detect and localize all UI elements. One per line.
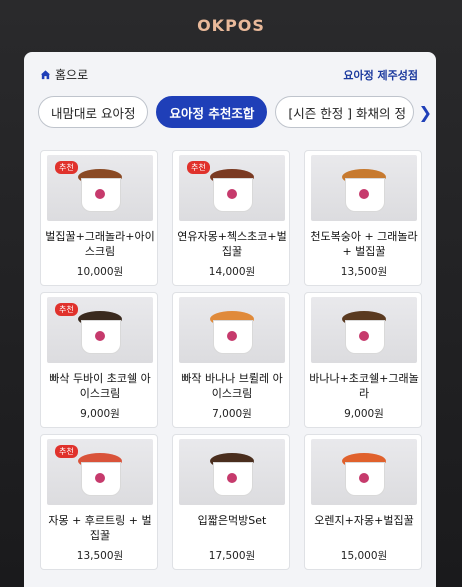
menu-card[interactable]: 천도복숭아 + 그래놀라 + 벌집꿀 13,500원: [304, 150, 422, 286]
menu-name: 벌집꿀+그래놀라+아이스크림: [45, 230, 155, 258]
product-photo: [179, 297, 285, 363]
yogurt-cup-icon: [78, 169, 122, 215]
tab-my-style[interactable]: 내맘대로 요아정: [38, 96, 149, 128]
chevron-right-icon[interactable]: ❯: [419, 103, 432, 122]
menu-grid: 추천 벌집꿀+그래놀라+아이스크림 10,000원 추천 연유자몽+첵스초코+벌…: [40, 150, 430, 570]
menu-name: 자몽 + 후르트링 + 벌집꿀: [48, 514, 152, 542]
kiosk-screen: 홈으로 요아정 제주성점 내맘대로 요아정 요아정 추천조합 [시즌 한정 ] …: [24, 52, 436, 587]
product-photo: [311, 297, 417, 363]
menu-card[interactable]: 빠작 바나나 브륄레 아이스크림 7,000원: [172, 292, 290, 428]
yogurt-cup-icon: [342, 311, 386, 357]
menu-price: 15,000원: [340, 550, 388, 562]
product-photo: 추천: [47, 297, 153, 363]
product-photo: 추천: [47, 439, 153, 505]
menu-card[interactable]: 입짧은먹방Set 17,500원: [172, 434, 290, 570]
menu-name: 빠삭 두바이 초코쉘 아이스크림: [49, 372, 151, 400]
menu-price: 9,000원: [344, 408, 384, 420]
store-name: 요아정 제주성점: [343, 69, 418, 82]
menu-name: 천도복숭아 + 그래놀라 + 벌집꿀: [310, 230, 418, 258]
menu-price: 13,500원: [76, 550, 124, 562]
menu-price: 7,000원: [212, 408, 252, 420]
yogurt-cup-icon: [78, 453, 122, 499]
recommend-badge: 추천: [55, 445, 78, 458]
menu-name: 빠작 바나나 브륄레 아이스크림: [181, 372, 283, 400]
tab-season-limited[interactable]: [시즌 한정 ] 화채의 정: [275, 96, 415, 128]
device-brand: OKPOS: [197, 16, 265, 35]
menu-card[interactable]: 오렌지+자몽+벌집꿀 15,000원: [304, 434, 422, 570]
home-button[interactable]: 홈으로: [40, 66, 88, 83]
top-bar: 홈으로 요아정 제주성점: [24, 52, 436, 92]
yogurt-cup-icon: [210, 311, 254, 357]
menu-card[interactable]: 추천 연유자몽+첵스초코+벌집꿀 14,000원: [172, 150, 290, 286]
product-photo: [179, 439, 285, 505]
menu-price: 9,000원: [80, 408, 120, 420]
product-photo: 추천: [179, 155, 285, 221]
product-photo: [311, 439, 417, 505]
menu-price: 17,500원: [208, 550, 256, 562]
menu-name: 바나나+초코쉘+그래놀라: [309, 372, 419, 400]
menu-name: 입짧은먹방Set: [197, 514, 267, 527]
menu-card[interactable]: 추천 빠삭 두바이 초코쉘 아이스크림 9,000원: [40, 292, 158, 428]
menu-price: 13,500원: [340, 266, 388, 278]
yogurt-cup-icon: [210, 169, 254, 215]
home-label: 홈으로: [55, 68, 89, 82]
product-photo: [311, 155, 417, 221]
yogurt-cup-icon: [78, 311, 122, 357]
category-tabs: 내맘대로 요아정 요아정 추천조합 [시즌 한정 ] 화채의 정: [38, 96, 436, 130]
tab-recommended[interactable]: 요아정 추천조합: [156, 96, 268, 128]
recommend-badge: 추천: [187, 161, 210, 174]
menu-name: 연유자몽+첵스초코+벌집꿀: [177, 230, 287, 258]
menu-card[interactable]: 바나나+초코쉘+그래놀라 9,000원: [304, 292, 422, 428]
menu-name: 오렌지+자몽+벌집꿀: [314, 514, 414, 527]
yogurt-cup-icon: [342, 169, 386, 215]
menu-price: 14,000원: [208, 266, 256, 278]
menu-price: 10,000원: [76, 266, 124, 278]
recommend-badge: 추천: [55, 161, 78, 174]
yogurt-cup-icon: [210, 453, 254, 499]
menu-card[interactable]: 추천 자몽 + 후르트링 + 벌집꿀 13,500원: [40, 434, 158, 570]
recommend-badge: 추천: [55, 303, 78, 316]
yogurt-cup-icon: [342, 453, 386, 499]
menu-card[interactable]: 추천 벌집꿀+그래놀라+아이스크림 10,000원: [40, 150, 158, 286]
product-photo: 추천: [47, 155, 153, 221]
home-icon: [40, 70, 51, 80]
